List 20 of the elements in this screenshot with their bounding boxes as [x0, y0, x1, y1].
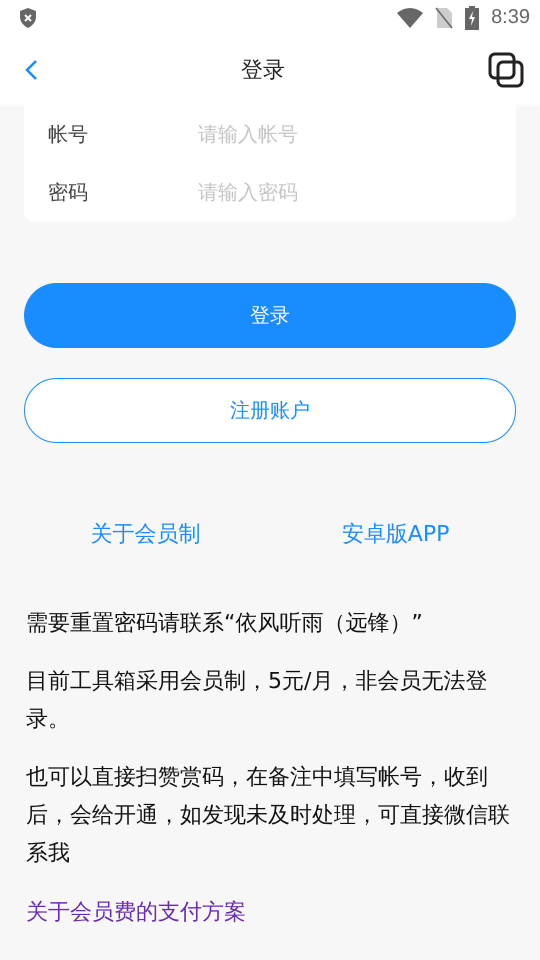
- back-icon[interactable]: [24, 59, 38, 81]
- field-label: 密码: [48, 178, 89, 206]
- login-button[interactable]: 登录: [24, 283, 516, 348]
- input-field[interactable]: 请输入密码: [198, 180, 492, 204]
- status-time: 8:39: [491, 6, 530, 29]
- register-button[interactable]: 注册账户: [24, 378, 516, 443]
- link[interactable]: 安卓版APP: [342, 519, 450, 549]
- input-field[interactable]: 请输入帐号: [198, 122, 492, 146]
- no-sim-icon: [435, 6, 454, 28]
- field-label: 帐号: [48, 120, 89, 148]
- shield-icon: [18, 6, 38, 28]
- payment-link[interactable]: 关于会员费的支付方案: [26, 897, 514, 927]
- page-title: 登录: [241, 57, 285, 85]
- wifi-icon: [397, 8, 424, 28]
- battery-icon: [465, 6, 480, 30]
- copy-icon[interactable]: [488, 52, 524, 88]
- link[interactable]: 关于会员制: [90, 519, 201, 549]
- note-paragraph: 需要重置密码请联系“依风听雨（远锋）”: [26, 610, 424, 638]
- note-paragraph: 目前工具箱采用会员制，5元/月，非会员无法登录。: [26, 668, 488, 734]
- note-paragraph: 也可以直接扫赞赏码，在备注中填写帐号，收到后，会给开通，如发现未及时处理，可直接微信联系我: [26, 764, 511, 868]
